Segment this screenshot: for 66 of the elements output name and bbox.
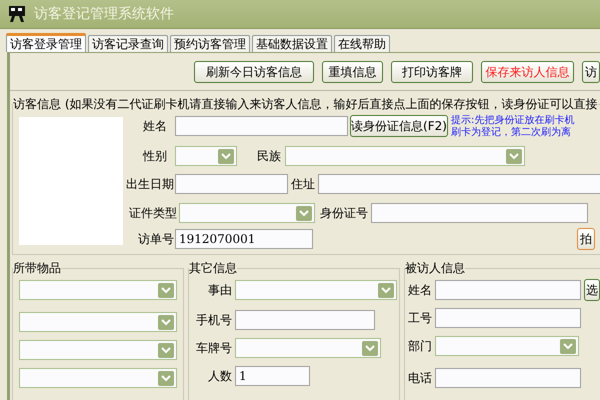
field-label: 电话	[407, 370, 433, 387]
field-label: 住址	[290, 176, 316, 193]
field-label: 证件类型	[128, 205, 178, 222]
chevron-down-icon	[158, 282, 174, 298]
dropdown[interactable]	[175, 146, 237, 166]
dropdown[interactable]	[285, 146, 525, 166]
button[interactable]: 打印访客牌	[391, 61, 473, 83]
button[interactable]: 拍	[577, 228, 595, 250]
button[interactable]: 访	[582, 61, 600, 83]
dropdown[interactable]	[435, 336, 579, 356]
button[interactable]: 读身份证信息(F2)	[350, 115, 448, 137]
text-field[interactable]	[318, 174, 600, 194]
tab[interactable]: 基础数据设置	[252, 35, 332, 52]
tab[interactable]: 访客登录管理	[6, 33, 86, 52]
text-field[interactable]	[235, 310, 375, 330]
text-field[interactable]	[175, 116, 348, 136]
chevron-down-icon	[296, 206, 312, 220]
dropdown[interactable]	[179, 203, 315, 223]
field-label: 事由	[207, 282, 233, 299]
hint-text: 刷卡为登记，第二次刷为离	[451, 127, 572, 139]
dropdown[interactable]	[19, 280, 177, 300]
text-field[interactable]	[175, 174, 288, 194]
text-field[interactable]	[435, 280, 581, 300]
dropdown[interactable]	[235, 338, 381, 358]
chevron-down-icon	[560, 338, 576, 354]
field-label: 访单号	[137, 231, 175, 248]
chevron-down-icon	[158, 370, 174, 386]
chevron-down-icon	[506, 148, 522, 164]
tab[interactable]: 访客记录查询	[88, 35, 168, 52]
text-field[interactable]: 1	[235, 366, 310, 386]
dropdown[interactable]	[235, 280, 397, 300]
text-field[interactable]	[371, 203, 588, 223]
group-title: 其它信息	[189, 260, 237, 277]
film-camera-icon	[8, 5, 26, 23]
chevron-down-icon	[362, 340, 378, 356]
dropdown[interactable]	[19, 368, 177, 388]
group-title: 被访人信息	[405, 260, 465, 277]
hint-text: 提示:先把身份证放在刷卡机	[451, 115, 574, 126]
field-label: 工号	[407, 310, 433, 327]
button[interactable]: 重填信息	[322, 61, 383, 83]
field-label: 民族	[256, 148, 282, 165]
chevron-down-icon	[218, 148, 234, 164]
text-field[interactable]	[435, 368, 581, 388]
group-title: 访客信息 (如果没有二代证刷卡机请直接输入来访客人信息，输好后直接点上面的保存按钮，读身份证可以直接	[13, 96, 598, 113]
chevron-down-icon	[158, 342, 174, 358]
text-field[interactable]	[435, 308, 581, 328]
field-label: 手机号	[195, 312, 233, 329]
button[interactable]: 刷新今日访客信息	[194, 61, 314, 83]
text-field[interactable]: 1912070001	[175, 229, 313, 249]
tab[interactable]: 在线帮助	[334, 35, 390, 52]
field-label: 人数	[207, 368, 233, 385]
field-label: 姓名	[142, 118, 168, 135]
window-title: 访客登记管理系统软件	[34, 4, 174, 24]
field-label: 姓名	[407, 282, 433, 299]
dropdown[interactable]	[19, 312, 177, 332]
field-label: 出生日期	[125, 176, 175, 193]
field-label: 部门	[407, 338, 433, 355]
group-title: 所带物品	[13, 260, 61, 277]
field-label: 性别	[142, 148, 168, 165]
chevron-down-icon	[378, 282, 394, 298]
tab[interactable]: 预约访客管理	[170, 35, 250, 52]
field-label: 车牌号	[195, 340, 233, 357]
field-label: 身份证号	[319, 205, 369, 222]
chevron-down-icon	[158, 314, 174, 330]
button[interactable]: 选	[584, 279, 600, 301]
dropdown[interactable]	[19, 340, 177, 360]
